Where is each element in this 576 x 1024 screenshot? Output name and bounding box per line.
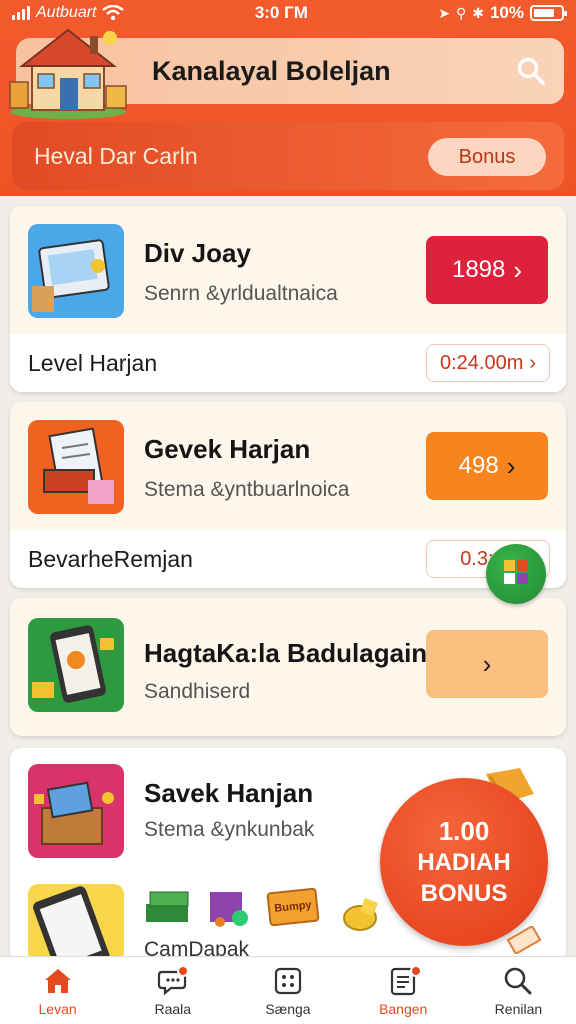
card-title: Div Joay: [144, 238, 251, 268]
home-icon: [44, 969, 71, 993]
nav-item-search[interactable]: Renilan: [461, 957, 576, 1024]
phone-thumbnail-icon: [28, 618, 124, 712]
sticker-label: Bumpy: [273, 899, 313, 915]
promo-banner: Heval Dar Carln Bonus: [12, 122, 564, 190]
card-subtitle: Senrn &yrldualtnaica: [144, 282, 338, 305]
card-title: Savek Hanjan: [144, 778, 314, 808]
status-bar: Autbuart 3:0 ГМ ➤ ⚲ ✱ 10%: [0, 0, 576, 26]
carrier-name: Autbuart: [36, 4, 97, 21]
nav-label: Renilan: [494, 1001, 543, 1017]
banner-text: Heval Dar Carln: [34, 142, 198, 169]
price-button[interactable]: 498 ›: [426, 432, 548, 500]
price-value: 498: [458, 452, 499, 479]
search-icon[interactable]: [516, 56, 546, 86]
notification-dot: [409, 965, 422, 977]
signal-icon: [12, 6, 30, 20]
price-value: 1898: [451, 256, 506, 283]
chevron-right-icon: ›: [506, 450, 516, 481]
nav-item-grid[interactable]: Sænga: [230, 957, 345, 1024]
task-card-2[interactable]: Gevek Harjan Stema &yntbuarlnoica 498 › …: [10, 402, 566, 588]
alarm-icon: ⚲: [455, 4, 467, 21]
action-button[interactable]: ›: [426, 630, 548, 698]
app-header: Autbuart 3:0 ГМ ➤ ⚲ ✱ 10% Kanalayal Bole…: [0, 0, 576, 196]
location-icon: ➤: [438, 4, 450, 21]
wifi-icon: [102, 5, 125, 21]
card-title: Gevek Harjan: [144, 434, 311, 464]
nav-label: Bangen: [379, 1001, 428, 1017]
house-logo-icon: [9, 28, 127, 119]
grid-icon: [274, 967, 302, 995]
nav-label: Raala: [154, 1001, 192, 1017]
money-stack-icon: [142, 886, 192, 926]
search-icon: [505, 967, 532, 995]
nav-label: Sænga: [265, 1001, 311, 1017]
card-subtitle: Stema &yntbuarlnoica: [144, 478, 350, 501]
bluetooth-icon: ✱: [472, 4, 484, 21]
chevron-right-icon: ›: [513, 254, 523, 285]
box-thumbnail-icon: [28, 764, 124, 858]
card-title: HagtaKa:la Badulagain: [144, 638, 428, 668]
chevron-right-icon: ›: [529, 351, 537, 374]
battery-percent: 10%: [489, 3, 524, 22]
timer-value: 0:24.00m: [439, 351, 524, 374]
bonus-button[interactable]: Bonus: [428, 138, 546, 176]
bonus-line-1: HADIAH: [417, 848, 511, 876]
card-subtitle: Stema &ynkunbak: [144, 818, 315, 841]
nav-item-chat[interactable]: Raala: [115, 957, 230, 1024]
battery-icon: [530, 5, 567, 21]
chevron-right-icon: ›: [482, 648, 492, 679]
card-footer-label: BevarheRemjan: [28, 545, 193, 572]
task-card-3[interactable]: HagtaKa:la Badulagain Sandhiserd ›: [10, 598, 566, 736]
tablet-thumbnail-icon: [28, 224, 124, 318]
sticker-icon: Bumpy: [266, 887, 320, 927]
floating-app-icon[interactable]: [486, 544, 546, 604]
nav-label: Levan: [38, 1001, 77, 1017]
gift-icon: [206, 884, 250, 928]
bonus-line-2: BONUS: [420, 879, 508, 907]
coin-icon: [340, 898, 382, 934]
task-card-1[interactable]: Div Joay Senrn &yrldualtnaica 1898 › Lev…: [10, 206, 566, 392]
page-title: Kanalayal Boleljan: [152, 55, 391, 86]
nav-item-home[interactable]: Levan: [0, 957, 115, 1024]
clock: 3:0 ГМ: [254, 3, 308, 22]
document-thumbnail-icon: [28, 420, 124, 514]
bonus-amount: 1.00: [438, 815, 490, 846]
bonus-badge[interactable]: 1.00 HADIAH BONUS: [380, 778, 548, 946]
bottom-nav: Levan Raala Sænga Bangen Renilan: [0, 956, 576, 1024]
price-button[interactable]: 1898 ›: [426, 236, 548, 304]
timer-button[interactable]: 0:24.00m ›: [426, 344, 550, 382]
phone-icon: [28, 884, 124, 962]
card-subtitle: Sandhiserd: [144, 680, 251, 703]
nav-item-list[interactable]: Bangen: [346, 957, 461, 1024]
card-footer-label: Level Harjan: [28, 349, 158, 376]
